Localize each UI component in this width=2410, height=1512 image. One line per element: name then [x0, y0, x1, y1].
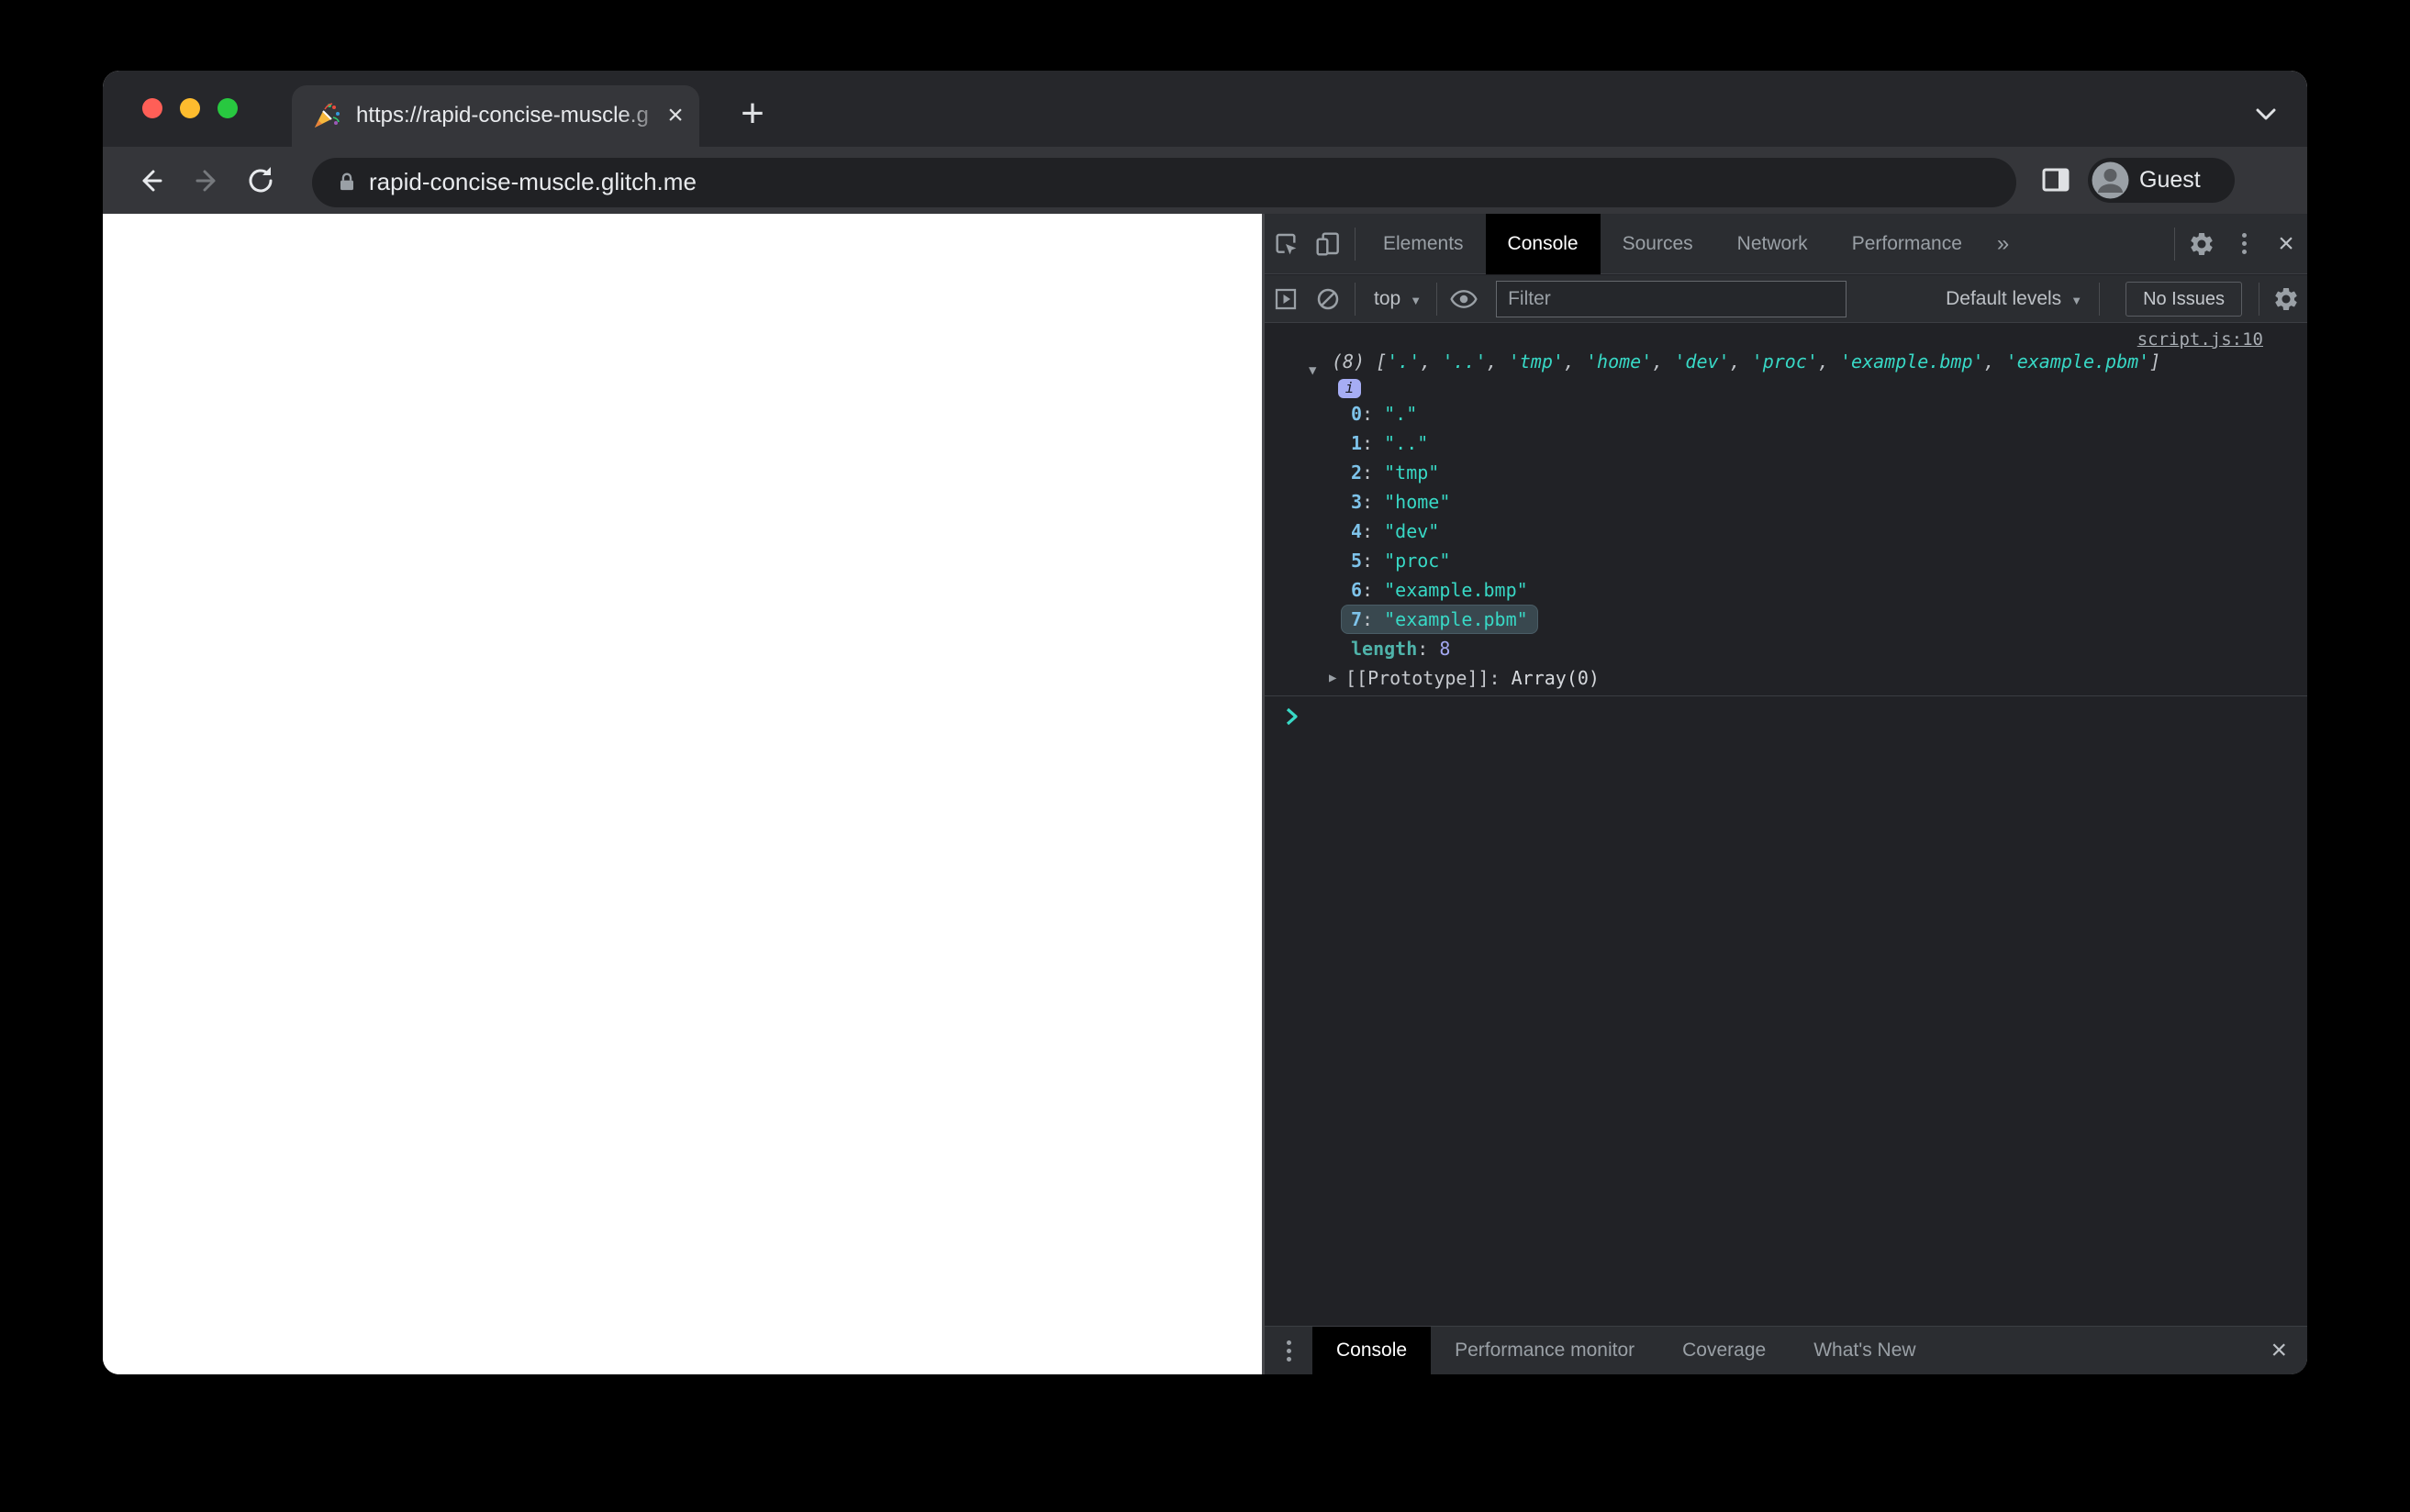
devtools-close-icon[interactable]: ×: [2265, 214, 2307, 274]
drawer-tab-console[interactable]: Console: [1312, 1327, 1432, 1374]
avatar-icon: [2092, 161, 2129, 204]
devtools-tabs: Elements Console Sources Network Performance: [1361, 213, 1984, 274]
prototype-row[interactable]: ▶ [[Prototype]]: Array(0): [1265, 663, 2307, 693]
more-tabs-icon[interactable]: »: [1984, 231, 2022, 257]
clear-console-icon[interactable]: [1307, 275, 1349, 323]
divider: [1355, 227, 1356, 261]
divider: [1436, 282, 1438, 316]
info-badge-row: i: [1265, 375, 2307, 399]
side-panel-icon[interactable]: [2037, 161, 2074, 198]
back-icon[interactable]: [134, 162, 171, 199]
close-window-button[interactable]: [142, 98, 162, 118]
url-bar[interactable]: rapid-concise-muscle.glitch.me: [312, 158, 2016, 207]
devtools-tab-console[interactable]: Console: [1485, 213, 1601, 274]
new-tab-button[interactable]: +: [731, 93, 775, 137]
devtools-tabbar: Elements Console Sources Network Performance…: [1265, 213, 2307, 274]
content-area: Elements Console Sources Network Performance…: [103, 213, 2307, 1374]
array-items: 0: "." 1: ".." 2: "tmp" 3: "home" 4: "dev" 5:…: [1265, 399, 2307, 634]
console-array-item-0[interactable]: 0: ".": [1265, 399, 2307, 428]
drawer-tab-coverage[interactable]: Coverage: [1658, 1327, 1790, 1374]
log-levels-selector[interactable]: Default levels ▼: [1946, 288, 2082, 310]
chevron-down-icon: ▼: [2070, 293, 2083, 307]
tab-title: https://rapid-concise-muscle.g: [356, 103, 649, 128]
devtools-panel: Elements Console Sources Network Performance…: [1262, 213, 2307, 1374]
devtools-menu-icon[interactable]: [2223, 214, 2265, 274]
devtools-tab-performance[interactable]: Performance: [1830, 214, 1984, 274]
expand-closed-icon[interactable]: ▶: [1329, 663, 1336, 693]
tab-search-chevron-icon[interactable]: [2250, 102, 2283, 129]
console-array-item-6[interactable]: 6: "example.bmp": [1265, 575, 2307, 605]
filter-input-box[interactable]: [1496, 280, 1847, 317]
console-message-source: script.js:10: [1265, 324, 2307, 350]
issues-button[interactable]: No Issues: [2125, 281, 2242, 317]
browser-toolbar: rapid-concise-muscle.glitch.me Guest: [103, 147, 2307, 214]
devtools-tab-elements[interactable]: Elements: [1361, 214, 1486, 274]
console-sidebar-toggle-icon[interactable]: [1265, 275, 1307, 323]
devtools-tab-sources[interactable]: Sources: [1601, 214, 1715, 274]
console-array-item-5[interactable]: 5: "proc": [1265, 546, 2307, 575]
console-array-item-1[interactable]: 1: "..": [1265, 428, 2307, 458]
filter-input[interactable]: [1497, 287, 1847, 310]
drawer-close-icon[interactable]: ×: [2271, 1335, 2307, 1366]
context-selector[interactable]: top ▼: [1361, 288, 1431, 310]
profile-label: Guest: [2139, 167, 2201, 193]
live-expression-eye-icon[interactable]: [1443, 275, 1485, 323]
highlighted-array-item[interactable]: 7: "example.pbm": [1341, 605, 1538, 634]
url-text: rapid-concise-muscle.glitch.me: [369, 168, 697, 195]
drawer-menu-icon[interactable]: [1265, 1348, 1312, 1353]
minimize-window-button[interactable]: [180, 98, 200, 118]
titlebar: https://rapid-concise-muscle.g × +: [103, 71, 2307, 147]
console-array-item-7[interactable]: 7: "example.pbm": [1265, 605, 2307, 634]
drawer-tab-performance-monitor[interactable]: Performance monitor: [1431, 1327, 1658, 1374]
console-toolbar: top▼ Default levels▼ No Issues: [1265, 275, 2307, 323]
divider: [2174, 227, 2175, 261]
party-popper-favicon: [312, 101, 341, 130]
expand-open-icon[interactable]: ▼: [1309, 359, 1316, 383]
source-link[interactable]: script.js:10: [2137, 329, 2263, 350]
reload-icon[interactable]: [242, 162, 279, 199]
lock-icon[interactable]: [334, 170, 360, 200]
devtools-settings-icon[interactable]: [2181, 214, 2223, 274]
info-icon: i: [1338, 379, 1361, 398]
profile-button[interactable]: Guest: [2088, 158, 2235, 203]
browser-window: https://rapid-concise-muscle.g × + rapid…: [103, 71, 2307, 1374]
divider: [1355, 282, 1356, 316]
drawer-tab-what-s-new[interactable]: What's New: [1790, 1327, 1939, 1374]
drawer-tabs: Console Performance monitor Coverage What's…: [1312, 1327, 1940, 1374]
chevron-down-icon: ▼: [1410, 293, 1423, 307]
console-array-item-2[interactable]: 2: "tmp": [1265, 458, 2307, 487]
prompt-chevron-icon: [1286, 707, 1298, 726]
devtools-drawer: Console Performance monitor Coverage What's…: [1265, 1326, 2307, 1374]
device-toolbar-icon[interactable]: [1307, 214, 1349, 274]
console-prompt[interactable]: [1265, 695, 2307, 732]
browser-tab[interactable]: https://rapid-concise-muscle.g ×: [292, 85, 699, 147]
array-preview[interactable]: ▼ (8) ['.', '..', 'tmp', 'home', 'dev', …: [1265, 350, 2307, 378]
tab-close-icon[interactable]: ×: [659, 99, 692, 132]
array-length-row: length: 8: [1351, 638, 1451, 660]
console-settings-icon[interactable]: [2265, 275, 2307, 323]
devtools-tab-network[interactable]: Network: [1715, 214, 1830, 274]
inspect-element-icon[interactable]: [1265, 214, 1307, 274]
console-messages: script.js:10 ▼ (8) ['.', '..', 'tmp', 'h…: [1265, 324, 2307, 1326]
console-array-item-4[interactable]: 4: "dev": [1265, 517, 2307, 546]
forward-icon[interactable]: [187, 162, 224, 199]
console-array-item-3[interactable]: 3: "home": [1265, 487, 2307, 517]
fullscreen-window-button[interactable]: [218, 98, 238, 118]
divider: [2099, 282, 2101, 316]
page-content: [103, 214, 1262, 1374]
